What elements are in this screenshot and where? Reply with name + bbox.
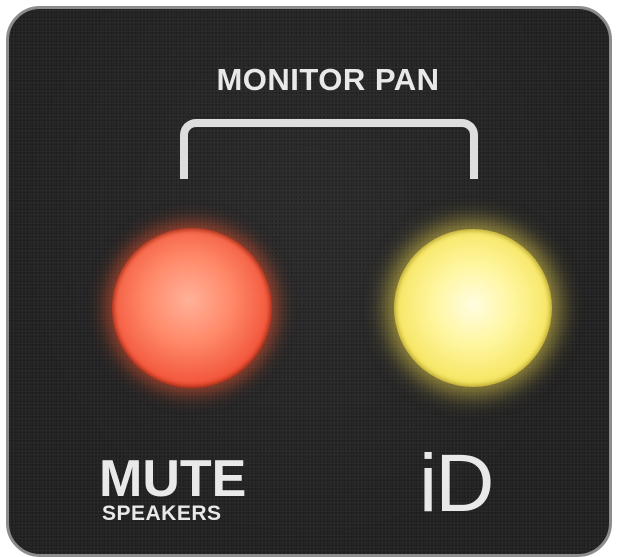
mute-label: MUTE bbox=[99, 450, 247, 508]
mute-speakers-button[interactable] bbox=[112, 228, 272, 388]
monitor-pan-bracket bbox=[180, 119, 478, 179]
id-label: iD bbox=[419, 438, 494, 529]
device-frame: MONITOR PAN MUTE SPEAKERS iD bbox=[0, 0, 618, 557]
monitor-pan-label: MONITOR PAN bbox=[216, 62, 440, 97]
speakers-label: SPEAKERS bbox=[102, 502, 222, 525]
id-button[interactable] bbox=[394, 229, 552, 387]
control-panel: MONITOR PAN MUTE SPEAKERS iD bbox=[6, 6, 612, 557]
